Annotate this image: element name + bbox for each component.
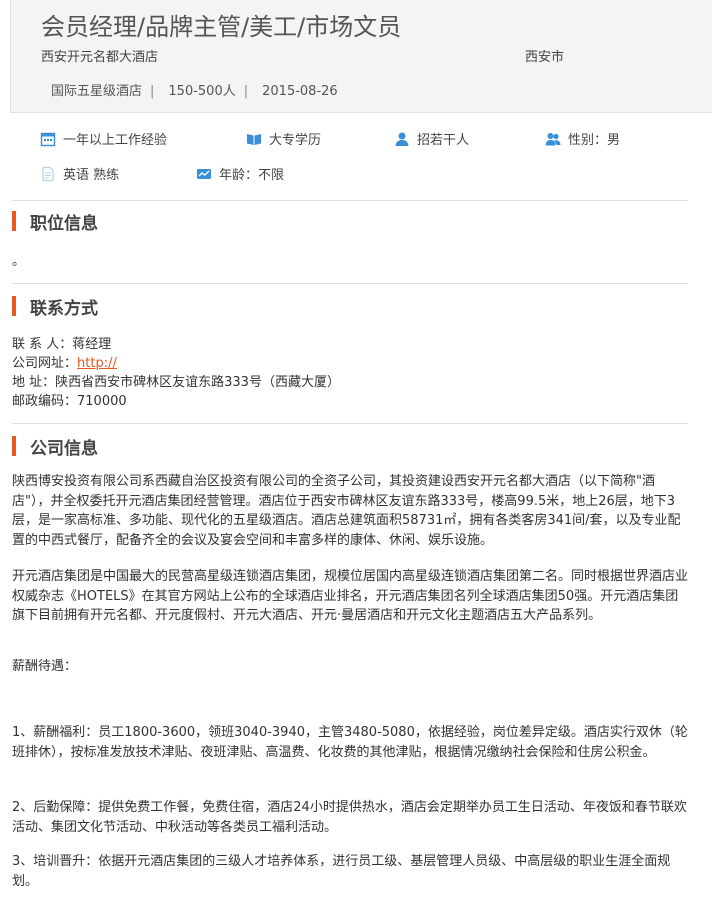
document-icon <box>40 166 56 182</box>
requirement-age: 年龄：不限 <box>196 164 284 183</box>
requirement-label: 一年以上工作经验 <box>63 133 168 148</box>
requirement-label: 英语 熟练 <box>63 168 120 183</box>
job-city: 西安市 <box>525 50 565 65</box>
requirement-headcount: 招若干人 <box>394 129 469 148</box>
section-contact-title: 联系方式 <box>12 296 98 319</box>
person-icon <box>394 131 410 147</box>
website-link[interactable]: http:// <box>77 356 117 371</box>
contact-address: 地 址：陕西省西安市碑林区友谊东路333号（西藏大厦） <box>12 375 340 390</box>
benefit-training: 3、培训晋升：依据开元酒店集团的三级人才培养体系，进行员工级、基层管理人员级、中… <box>12 854 671 889</box>
requirement-education: 大专学历 <box>246 129 321 148</box>
requirement-gender: 性别：男 <box>545 129 620 148</box>
website-label: 公司网址： <box>12 356 78 371</box>
job-header: 会员经理/品牌主管/美工/市场文员 西安开元名都大酒店 西安市 国际五星级酒店 |… <box>10 0 712 113</box>
requirement-label: 年龄：不限 <box>219 168 285 183</box>
calendar-icon <box>40 131 56 147</box>
requirement-label: 招若干人 <box>417 133 470 148</box>
section-accent-bar <box>12 436 16 456</box>
chart-icon <box>196 166 212 182</box>
company-group-paragraph: 开元酒店集团是中国最大的民营高星级连锁酒店集团，规模位居国内高星级连锁酒店集团第… <box>12 569 689 623</box>
contact-person: 联 系 人：蒋经理 <box>12 337 112 352</box>
benefit-logistics: 2、后勤保障：提供免费工作餐，免费住宿，酒店24小时提供热水，酒店会定期举办员工… <box>12 800 687 835</box>
section-position-title: 职位信息 <box>12 211 98 234</box>
position-description: 。 <box>12 254 26 269</box>
requirement-experience: 一年以上工作经验 <box>40 129 167 148</box>
section-accent-bar <box>12 211 16 231</box>
company-meta: 国际五星级酒店 | 150-500人 | 2015-08-26 <box>51 80 338 99</box>
company-name[interactable]: 西安开元名都大酒店 <box>41 46 158 65</box>
salary-heading: 薪酬待遇： <box>12 659 78 674</box>
requirement-label: 性别：男 <box>568 133 621 148</box>
meta-separator: | <box>150 84 155 99</box>
group-icon <box>545 131 561 147</box>
company-size: 150-500人 <box>168 84 236 99</box>
meta-separator: | <box>243 84 249 99</box>
contact-postcode: 邮政编码：710000 <box>12 394 127 409</box>
section-company-title: 公司信息 <box>12 436 98 459</box>
company-intro-paragraph: 陕西博安投资有限公司系西藏自治区投资有限公司的全资子公司，其投资建设西安开元名都… <box>12 474 681 548</box>
benefit-salary: 1、薪酬福利：员工1800-3600，领班3040-3940，主管3480-50… <box>12 725 688 760</box>
post-date: 2015-08-26 <box>262 84 338 99</box>
contact-website: 公司网址：http:// <box>12 352 117 371</box>
requirement-language: 英语 熟练 <box>40 164 119 183</box>
divider <box>12 283 688 284</box>
divider <box>12 423 688 424</box>
divider <box>12 200 688 201</box>
company-type: 国际五星级酒店 <box>51 84 143 99</box>
book-icon <box>246 131 262 147</box>
requirement-label: 大专学历 <box>269 133 322 148</box>
section-accent-bar <box>12 296 16 316</box>
job-title: 会员经理/品牌主管/美工/市场文员 <box>41 13 402 41</box>
